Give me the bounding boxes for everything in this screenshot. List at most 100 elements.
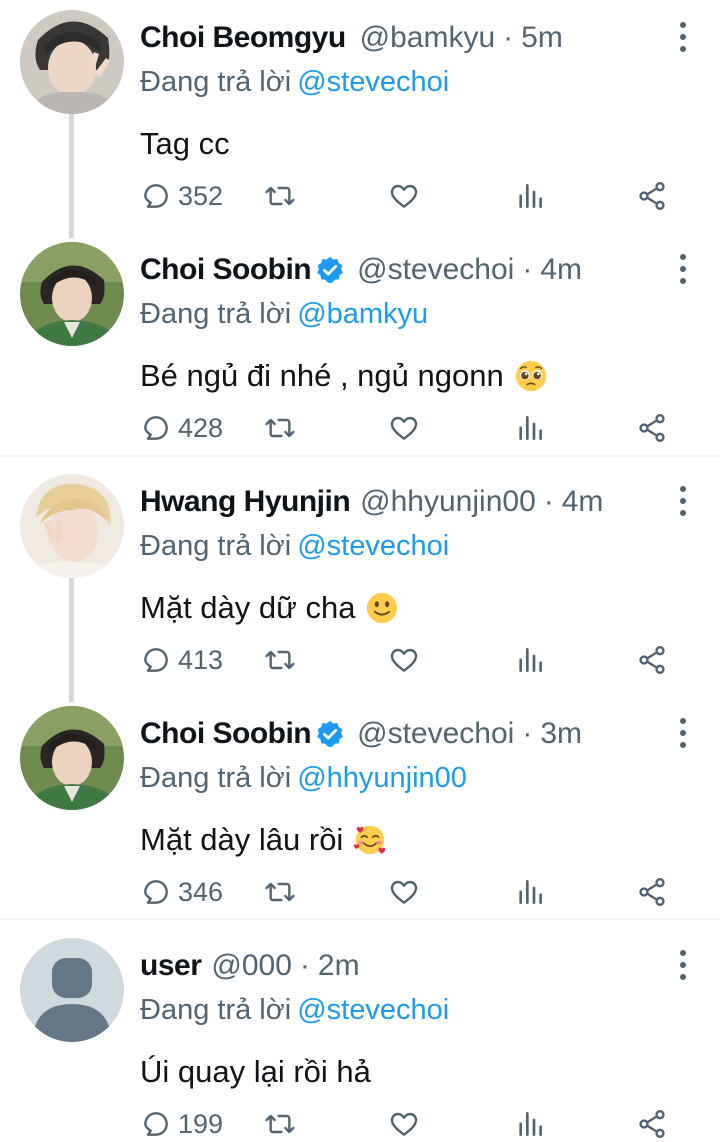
conversation-divider [0, 918, 720, 920]
share-button[interactable] [636, 176, 668, 216]
user-handle[interactable]: @hhyunjin00 [360, 485, 536, 519]
tweet-text-body: Bé ngủ đi nhé , ngủ ngonn [140, 358, 504, 393]
tweet-item[interactable]: Choi Soobin @stevechoi · 4m Đang trả lời… [0, 242, 720, 458]
more-options-icon[interactable] [674, 22, 692, 52]
separator-dot: · [522, 253, 533, 286]
replying-to-handle[interactable]: @bamkyu [297, 298, 428, 330]
verified-badge-icon [317, 256, 344, 283]
retweet-button[interactable] [264, 640, 296, 680]
tweet-item[interactable]: Hwang Hyunjin @hhyunjin00 · 4m Đang trả … [0, 474, 720, 690]
user-handle[interactable]: @stevechoi [357, 717, 514, 751]
heart-icon [390, 648, 418, 672]
retweet-icon [265, 418, 295, 438]
tweet-header: Choi Soobin @stevechoi · 4m [140, 248, 582, 292]
retweet-button[interactable] [264, 872, 296, 912]
smiling-face-with-hearts-emoji-icon [354, 825, 386, 855]
timestamp[interactable]: 3m [540, 717, 582, 751]
tweet-header: Hwang Hyunjin @hhyunjin00 · 4m [140, 480, 603, 524]
default-avatar-icon [20, 938, 124, 1042]
replying-to-handle[interactable]: @stevechoi [297, 530, 449, 562]
user-handle[interactable]: @stevechoi [357, 253, 514, 287]
replying-to-handle[interactable]: @stevechoi [297, 994, 449, 1026]
replying-to-handle[interactable]: @stevechoi [297, 66, 449, 98]
retweet-icon [265, 650, 295, 670]
tweet-text-body: Úi quay lại rồi hả [140, 1054, 371, 1089]
replying-to: Đang trả lời @hhyunjin00 [140, 762, 467, 795]
retweet-button[interactable] [264, 1104, 296, 1142]
tweet-header: Choi Beomgyu @bamkyu · 5m [140, 16, 563, 60]
share-button[interactable] [636, 408, 668, 448]
display-name[interactable]: Choi Beomgyu [140, 21, 346, 55]
like-button[interactable] [388, 872, 420, 912]
more-options-icon[interactable] [674, 718, 692, 748]
avatar[interactable] [20, 706, 124, 810]
user-handle[interactable]: @bamkyu [360, 21, 496, 55]
like-button[interactable] [388, 1104, 420, 1142]
replying-to-label: Đang trả lời [140, 530, 292, 562]
reply-button[interactable]: 346 [140, 872, 223, 912]
views-button[interactable] [514, 408, 546, 448]
display-name[interactable]: Hwang Hyunjin [140, 485, 351, 519]
action-bar: 199 [140, 1104, 700, 1142]
display-name[interactable]: Choi Soobin [140, 717, 312, 751]
retweet-button[interactable] [264, 176, 296, 216]
replying-to: Đang trả lời @stevechoi [140, 994, 449, 1027]
tweet-header: Choi Soobin @stevechoi · 3m [140, 712, 582, 756]
timestamp[interactable]: 5m [521, 21, 563, 55]
tweet-text: Úi quay lại rồi hả [140, 1054, 371, 1090]
analytics-icon [519, 880, 542, 904]
timestamp[interactable]: 4m [562, 485, 604, 519]
share-icon [639, 878, 665, 906]
tweet-item[interactable]: Choi Beomgyu @bamkyu · 5m Đang trả lời @s… [0, 10, 720, 226]
user-handle[interactable]: @000 [211, 949, 292, 983]
reply-button[interactable]: 413 [140, 640, 223, 680]
more-options-icon[interactable] [674, 254, 692, 284]
pleading-face-emoji-icon [515, 360, 546, 392]
like-button[interactable] [388, 640, 420, 680]
tweet-header: user @000 · 2m [140, 944, 360, 988]
like-button[interactable] [388, 408, 420, 448]
analytics-icon [519, 416, 542, 440]
avatar[interactable] [20, 242, 124, 346]
reply-button[interactable]: 352 [140, 176, 223, 216]
share-icon [639, 1110, 665, 1138]
views-button[interactable] [514, 1104, 546, 1142]
reply-count: 199 [178, 1108, 224, 1139]
separator-dot: · [503, 21, 514, 54]
heart-icon [390, 880, 418, 904]
action-bar: 352 [140, 176, 700, 216]
timestamp[interactable]: 2m [318, 949, 360, 983]
timestamp[interactable]: 4m [540, 253, 582, 287]
avatar[interactable] [20, 474, 124, 578]
tweet-text-body: Mặt dày lâu rồi [140, 822, 344, 857]
display-name[interactable]: Choi Soobin [140, 253, 312, 287]
share-button[interactable] [636, 872, 668, 912]
retweet-button[interactable] [264, 408, 296, 448]
reply-icon [144, 648, 168, 672]
analytics-icon [519, 1112, 542, 1136]
heart-icon [390, 184, 418, 208]
share-button[interactable] [636, 640, 668, 680]
action-bar: 346 [140, 872, 700, 912]
views-button[interactable] [514, 640, 546, 680]
avatar[interactable] [20, 10, 124, 114]
views-button[interactable] [514, 176, 546, 216]
like-button[interactable] [388, 176, 420, 216]
views-button[interactable] [514, 872, 546, 912]
avatar[interactable] [20, 938, 124, 1042]
share-icon [639, 182, 665, 210]
replying-to-label: Đang trả lời [140, 298, 292, 330]
more-options-icon[interactable] [674, 950, 692, 980]
reply-button[interactable]: 428 [140, 408, 223, 448]
tweet-text: Bé ngủ đi nhé , ngủ ngonn [140, 358, 548, 394]
reply-count: 352 [178, 180, 224, 211]
replying-to-handle[interactable]: @hhyunjin00 [297, 762, 467, 794]
display-name[interactable]: user [140, 949, 202, 983]
reply-button[interactable]: 199 [140, 1104, 223, 1142]
tweet-text-body: Mặt dày dữ cha [140, 590, 356, 625]
more-options-icon[interactable] [674, 486, 692, 516]
conversation-divider [0, 455, 720, 457]
share-button[interactable] [636, 1104, 668, 1142]
tweet-item[interactable]: user @000 · 2m Đang trả lời @stevechoi Úi… [0, 938, 720, 1142]
tweet-item[interactable]: Choi Soobin @stevechoi · 3m Đang trả lời… [0, 706, 720, 922]
